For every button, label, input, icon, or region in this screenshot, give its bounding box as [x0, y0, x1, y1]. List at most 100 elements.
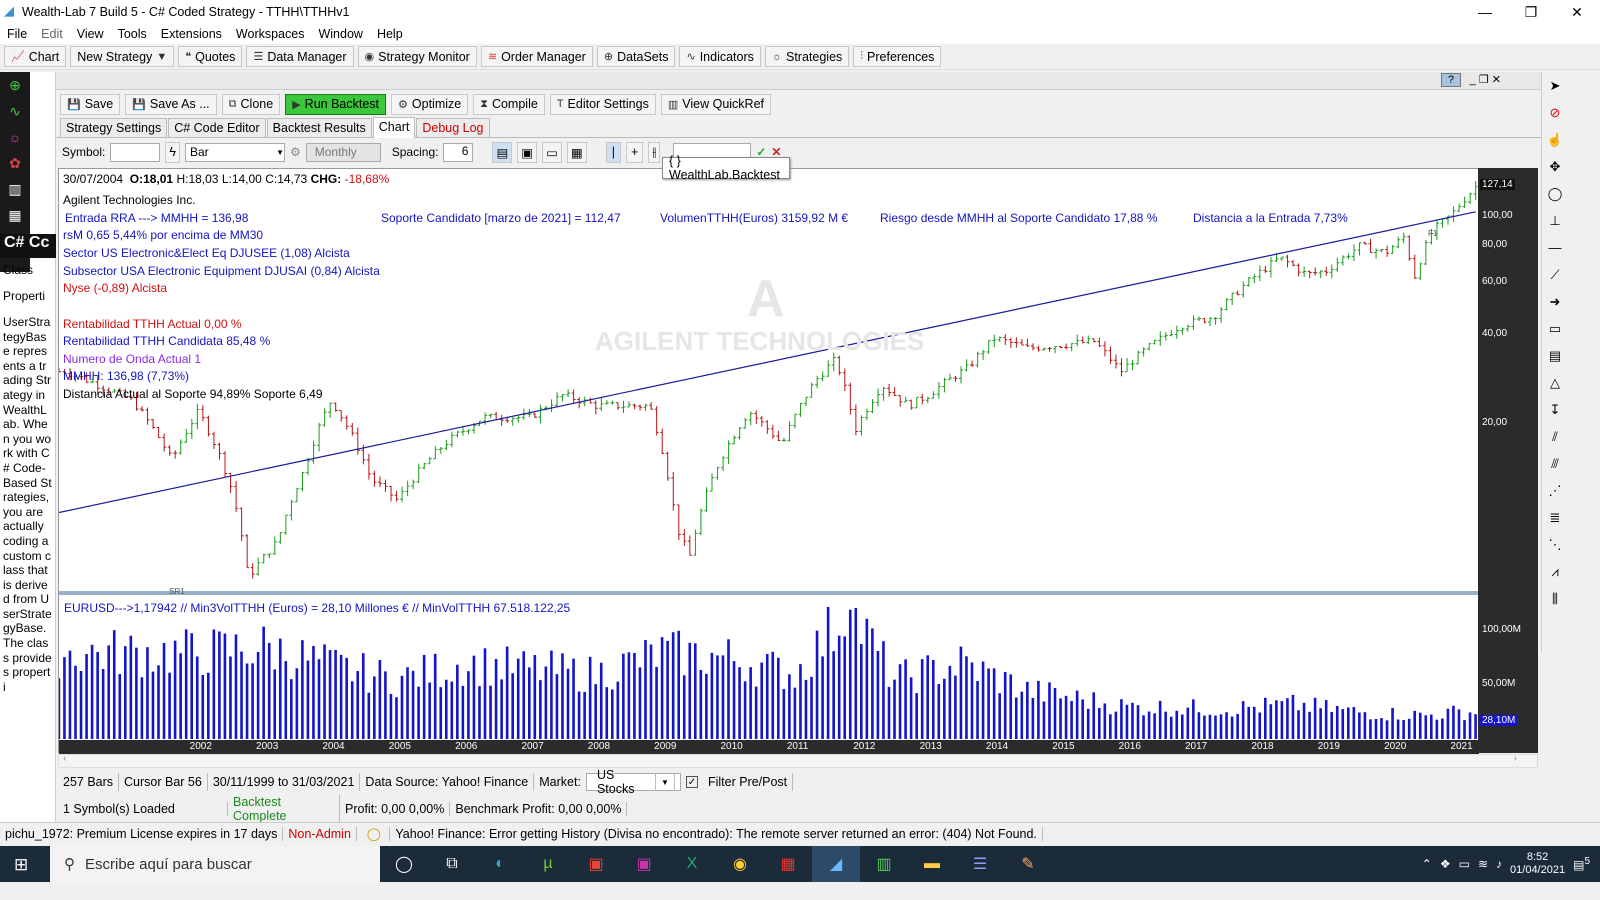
cortana-icon[interactable]: ◯ — [380, 846, 428, 882]
lightning-icon[interactable]: ϟ — [165, 141, 180, 163]
symbol-input[interactable] — [110, 142, 161, 162]
menu-workspaces[interactable]: Workspaces — [229, 27, 312, 41]
cycles-icon[interactable]: ⫼ — [1542, 585, 1568, 612]
menu-help[interactable]: Help — [370, 27, 410, 41]
molecule-icon[interactable]: ✿ — [0, 150, 30, 176]
run-backtest-button[interactable]: ▶ Run Backtest — [285, 93, 387, 115]
paint-icon[interactable]: ✎ — [1004, 846, 1052, 882]
menu-edit[interactable]: Edit — [34, 27, 70, 41]
menu-window[interactable]: Window — [311, 27, 369, 41]
tab-backtest-results[interactable]: Backtest Results — [266, 118, 372, 137]
move-icon[interactable]: ✥ — [1542, 153, 1568, 180]
scroll-right-icon[interactable]: › — [1514, 753, 1517, 764]
bar-type-select[interactable]: Bar ▼ — [184, 142, 285, 162]
chrome-icon[interactable]: ◉ — [716, 846, 764, 882]
triangle-icon[interactable]: △ — [1542, 369, 1568, 396]
data-manager-button[interactable]: ☰ Data Manager — [246, 46, 354, 67]
order-manager-button[interactable]: ≋ Order Manager — [480, 46, 593, 67]
utorrent-icon[interactable]: µ — [524, 846, 572, 882]
minimize-button[interactable]: — — [1462, 0, 1508, 24]
parallel-icon[interactable]: ⫻ — [1542, 450, 1568, 477]
folder-icon[interactable]: ▬ — [908, 846, 956, 882]
bars-settings-icon[interactable]: ⫲ — [648, 141, 661, 163]
crosshair-icon[interactable]: + — [625, 141, 644, 163]
taskbar-search[interactable]: ⚲ Escribe aquí para buscar — [50, 846, 380, 882]
ellipse-icon[interactable]: ◯ — [1542, 180, 1568, 207]
notification-icon[interactable]: ▤5 — [1573, 856, 1590, 872]
strategy-monitor-button[interactable]: ◉ Strategy Monitor — [357, 46, 477, 67]
tab-debug-log[interactable]: Debug Log — [416, 118, 490, 137]
preferences-button[interactable]: ⫶ Preferences — [853, 46, 942, 67]
horizontal-line-icon[interactable]: — — [1542, 234, 1568, 261]
rectangle-icon[interactable]: ▭ — [1542, 315, 1568, 342]
fibonacci-icon[interactable]: ≣ — [1542, 504, 1568, 531]
dropbox-icon[interactable]: ❖ — [1440, 857, 1451, 871]
pointer-icon[interactable]: ➤ — [1542, 72, 1568, 99]
calendar-icon[interactable]: ▦ — [566, 141, 587, 163]
wave-icon[interactable]: ∿ — [0, 98, 30, 124]
tab-chart[interactable]: Chart — [372, 117, 416, 138]
datasets-button[interactable]: ⊕ DataSets — [596, 46, 676, 67]
menu-tools[interactable]: Tools — [111, 27, 154, 41]
tab-strategy-settings[interactable]: Strategy Settings — [60, 118, 168, 137]
mdi-controls[interactable]: _ ❐ ✕ — [1470, 73, 1501, 86]
help-button[interactable]: ? — [1440, 73, 1461, 87]
app-pink-icon[interactable]: ▣ — [620, 846, 668, 882]
menu-view[interactable]: View — [70, 27, 111, 41]
channel-icon[interactable]: ⫽ — [1542, 423, 1568, 450]
save-as-button[interactable]: 💾 Save As ... — [125, 93, 217, 115]
app-red-icon[interactable]: ▦ — [764, 846, 812, 882]
lightbulb-icon[interactable]: ☼ — [0, 124, 30, 150]
fan-icon[interactable]: ⋰ — [1542, 477, 1568, 504]
wealthlab-icon[interactable]: ◢ — [812, 846, 860, 882]
bars-icon[interactable]: ▥ — [0, 176, 30, 202]
gann-icon[interactable]: ⋱ — [1542, 531, 1568, 558]
hand-icon[interactable]: ☝ — [1542, 126, 1568, 153]
line-tool-icon[interactable]: | — [605, 141, 621, 163]
maximize-button[interactable]: ❐ — [1508, 0, 1554, 24]
spacing-stepper[interactable]: 6 — [443, 142, 474, 162]
trendline-icon[interactable]: ⟋ — [1542, 261, 1568, 288]
view-quickref-button[interactable]: ▥ View QuickRef — [660, 93, 771, 115]
chevron-up-icon[interactable]: ⌃ — [1422, 857, 1432, 871]
clock[interactable]: 8:52 01/04/2021 — [1510, 851, 1565, 877]
horizontal-scrollbar[interactable]: ‹ › — [58, 753, 1538, 768]
no-entry-icon[interactable]: ⊘ — [1542, 99, 1568, 126]
notes-icon[interactable]: ▤ — [1542, 342, 1568, 369]
chart-button[interactable]: 📈 Chart — [4, 46, 67, 67]
volume-icon[interactable]: ♪ — [1496, 857, 1502, 871]
vertical-line-icon[interactable]: ⊥ — [1542, 207, 1568, 234]
windows-start-icon[interactable]: ⊞ — [14, 855, 28, 875]
filter-checkbox[interactable]: ✓ Filter Pre/Post — [681, 773, 798, 791]
optimize-button[interactable]: ⚙ Optimize — [391, 93, 469, 115]
pane-divider[interactable] — [59, 591, 1479, 595]
edge-icon[interactable]: ◐ — [476, 846, 524, 882]
task-view-icon[interactable]: ⧉ — [428, 846, 476, 882]
editor-settings-button[interactable]: T Editor Settings — [549, 93, 656, 115]
battery-icon[interactable]: ▭ — [1459, 857, 1470, 871]
scroll-left-icon[interactable]: ‹ — [63, 753, 66, 764]
camera-icon[interactable]: ▣ — [517, 141, 538, 163]
pin-icon[interactable]: ↧ — [1542, 396, 1568, 423]
log-scale-icon[interactable]: ▤ — [492, 141, 513, 163]
market-select[interactable]: US Stocks ▼ — [585, 768, 681, 796]
arrow-icon[interactable]: ➜ — [1542, 288, 1568, 315]
wifi-icon[interactable]: ≋ — [1478, 857, 1488, 871]
clone-button[interactable]: ⧉ Clone — [221, 93, 281, 115]
price-chart-area[interactable]: 2002 2003 2004 2005 2006 2007 2008 2009 2010 2011… — [58, 168, 1538, 754]
speed-lines-icon[interactable]: ⩘ — [1542, 558, 1568, 585]
panes-icon[interactable]: ▭ — [542, 141, 562, 163]
menu-extensions[interactable]: Extensions — [154, 27, 229, 41]
chart-app-icon[interactable]: ▥ — [860, 846, 908, 882]
new-strategy-button[interactable]: New Strategy ▼ — [70, 46, 175, 67]
globe-icon[interactable]: ⊕ — [0, 72, 30, 98]
save-button[interactable]: 💾 Save — [60, 93, 121, 115]
app-stripes-icon[interactable]: ☰ — [956, 846, 1004, 882]
strategies-button[interactable]: ☼ Strategies — [764, 46, 850, 67]
office-icon[interactable]: ▣ — [572, 846, 620, 882]
menu-file[interactable]: File — [0, 27, 34, 41]
quotes-button[interactable]: ❝ Quotes — [178, 46, 243, 67]
scale-select[interactable]: Monthly — [305, 142, 381, 162]
compile-button[interactable]: ⧗ Compile — [473, 93, 545, 115]
tab-code-editor[interactable]: C# Code Editor — [168, 118, 266, 137]
